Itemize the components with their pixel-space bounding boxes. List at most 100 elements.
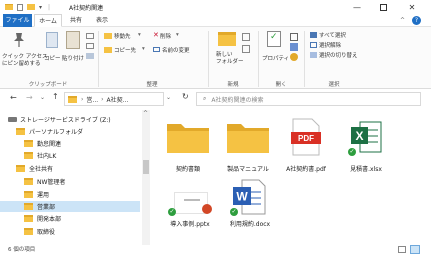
quick-access-toolbar: ▾ | <box>5 2 50 12</box>
chevron-down-icon: ▾ <box>138 32 141 38</box>
tab-home[interactable]: ホーム <box>34 14 62 27</box>
group-separator <box>304 31 305 87</box>
nav-item-storage-drive[interactable]: ストレージサービスドライブ (Z:) <box>8 114 111 125</box>
paste-shortcut-icon[interactable] <box>86 53 94 59</box>
group-separator <box>258 31 259 87</box>
title-bar: ▾ | A社契約関連 — ✕ <box>0 0 431 14</box>
address-dropdown-icon[interactable]: ⌄ <box>166 94 171 101</box>
edit-icon[interactable] <box>290 43 298 51</box>
copy-path-icon[interactable] <box>86 43 94 49</box>
customize-dropdown-icon[interactable]: ▾ <box>39 4 42 11</box>
rename-button[interactable]: 名前の変更 <box>162 46 190 54</box>
pdf-badge: PDF <box>298 134 314 143</box>
easy-access-icon[interactable] <box>242 45 250 53</box>
breadcrumb-part[interactable]: A社契... <box>107 95 129 104</box>
back-arrow-icon[interactable]: ← <box>10 93 17 102</box>
scroll-thumb[interactable] <box>143 160 149 174</box>
cut-icon[interactable] <box>86 33 94 39</box>
details-view-icon[interactable] <box>398 246 406 253</box>
minimize-icon: — <box>353 2 361 12</box>
move-to-icon <box>104 33 112 39</box>
file-view: 契約書類 製品マニュアル PDF A社契約書.pdf X ✓ 見積書.xlsx <box>150 110 431 245</box>
tab-file[interactable]: ファイル <box>3 14 32 27</box>
nav-item-attendance[interactable]: 勤怠関連 <box>24 138 61 149</box>
minimize-button[interactable]: — <box>346 1 368 13</box>
search-box[interactable]: ⌕ A社契約関連の検索 <box>196 92 421 106</box>
maximize-button[interactable] <box>372 1 394 13</box>
file-item-powerpoint[interactable]: ✓ 導入事例.pptx <box>160 178 220 234</box>
tab-view[interactable]: 表示 <box>90 14 114 27</box>
ribbon-collapse-icon[interactable]: ^ <box>400 17 405 24</box>
file-name: A社契約書.pdf <box>286 166 326 173</box>
tab-share[interactable]: 共有 <box>64 14 88 27</box>
up-arrow-icon[interactable]: ↑ <box>52 92 59 101</box>
select-none-button[interactable]: 選択解除 <box>319 41 341 49</box>
file-item-pdf[interactable]: PDF A社契約書.pdf <box>276 118 336 173</box>
properties-icon: ✓ <box>267 31 281 47</box>
folder-icon <box>24 228 33 235</box>
file-name: 製品マニュアル <box>227 166 269 173</box>
network-drive-icon <box>8 117 17 122</box>
new-folder-icon[interactable] <box>27 4 35 10</box>
nav-item-personal-folder[interactable]: パーソナルフォルダ <box>16 126 83 137</box>
separator-icon: | <box>48 3 51 11</box>
delete-button[interactable]: 削除 <box>160 32 171 40</box>
new-folder-button[interactable]: 新しい フォルダー <box>216 52 244 66</box>
copy-to-button[interactable]: コピー先 <box>114 46 136 54</box>
address-bar-row: ← → ⌄ ↑ › 営... › A社契... ⌄ ↻ ⌕ A社契約関連の検索 <box>0 90 431 108</box>
search-input[interactable]: A社契約関連の検索 <box>211 95 263 104</box>
scroll-up-icon[interactable]: ^ <box>143 110 148 117</box>
file-item-folder[interactable]: 契約書類 <box>163 118 213 173</box>
group-new-label: 新規 <box>227 82 239 88</box>
folder-icon <box>16 165 25 172</box>
open-icon[interactable] <box>290 33 298 41</box>
slide-title-line <box>184 199 200 201</box>
nav-item-nw-admin[interactable]: NW管理者 <box>24 176 65 187</box>
address-bar[interactable]: › 営... › A社契... <box>64 92 164 106</box>
select-all-button[interactable]: すべて選択 <box>319 31 346 39</box>
nav-item-label: 運用 <box>37 192 50 199</box>
file-name: 契約書類 <box>175 166 200 173</box>
file-item-excel[interactable]: X ✓ 見積書.xlsx <box>338 118 394 173</box>
item-count: 6 個の項目 <box>8 247 36 253</box>
forward-arrow-icon[interactable]: → <box>26 93 33 102</box>
save-icon[interactable] <box>17 3 23 11</box>
folder-icon <box>5 4 13 10</box>
help-icon[interactable]: ? <box>412 16 421 25</box>
close-button[interactable]: ✕ <box>401 1 423 13</box>
nav-item-sales[interactable]: 営業部 <box>0 201 140 212</box>
nav-scrollbar[interactable]: ^ <box>142 110 150 245</box>
pin-icon <box>12 32 26 48</box>
nav-item-internal[interactable]: 社内LK <box>24 150 56 161</box>
breadcrumb-part[interactable]: 営... <box>86 95 98 104</box>
nav-item-operations[interactable]: 運用 <box>24 189 49 200</box>
folder-icon <box>16 128 25 135</box>
paste-button[interactable]: 貼り付け <box>62 54 84 62</box>
nav-item-development[interactable]: 開発本部 <box>24 213 61 224</box>
move-to-button[interactable]: 移動先 <box>114 32 131 40</box>
file-item-word[interactable]: W ✓ 利用規約.docx <box>222 178 278 234</box>
sync-check-icon: ✓ <box>230 208 238 216</box>
invert-selection-button[interactable]: 選択の切り替え <box>319 51 358 59</box>
delete-icon: ✕ <box>153 31 159 39</box>
rename-icon <box>153 47 160 52</box>
copy-button[interactable]: コピー <box>44 54 61 62</box>
nav-item-label: 取締役 <box>37 229 56 236</box>
large-icons-view-icon[interactable] <box>410 245 420 254</box>
history-icon[interactable] <box>290 53 298 61</box>
refresh-icon[interactable]: ↻ <box>182 92 189 101</box>
pin-quick-access-button[interactable]: クイック アクセス にピン留めする <box>2 54 47 68</box>
new-item-icon[interactable] <box>242 33 250 41</box>
nav-item-label: 開発本部 <box>37 216 62 223</box>
properties-button[interactable]: プロパティ <box>262 54 289 62</box>
file-name: 利用規約.docx <box>229 221 271 228</box>
copy-icon <box>46 32 58 48</box>
file-item-folder[interactable]: 製品マニュアル <box>220 118 276 173</box>
nav-item-label: 営業部 <box>37 204 56 211</box>
nav-item-directors[interactable]: 取締役 <box>24 226 55 237</box>
close-icon: ✕ <box>408 2 416 12</box>
chevron-down-icon: ▾ <box>142 46 145 52</box>
nav-item-company-share[interactable]: 全社共有 <box>16 163 53 174</box>
group-open-label: 開く <box>275 82 287 88</box>
recent-dropdown-icon[interactable]: ⌄ <box>40 94 45 101</box>
